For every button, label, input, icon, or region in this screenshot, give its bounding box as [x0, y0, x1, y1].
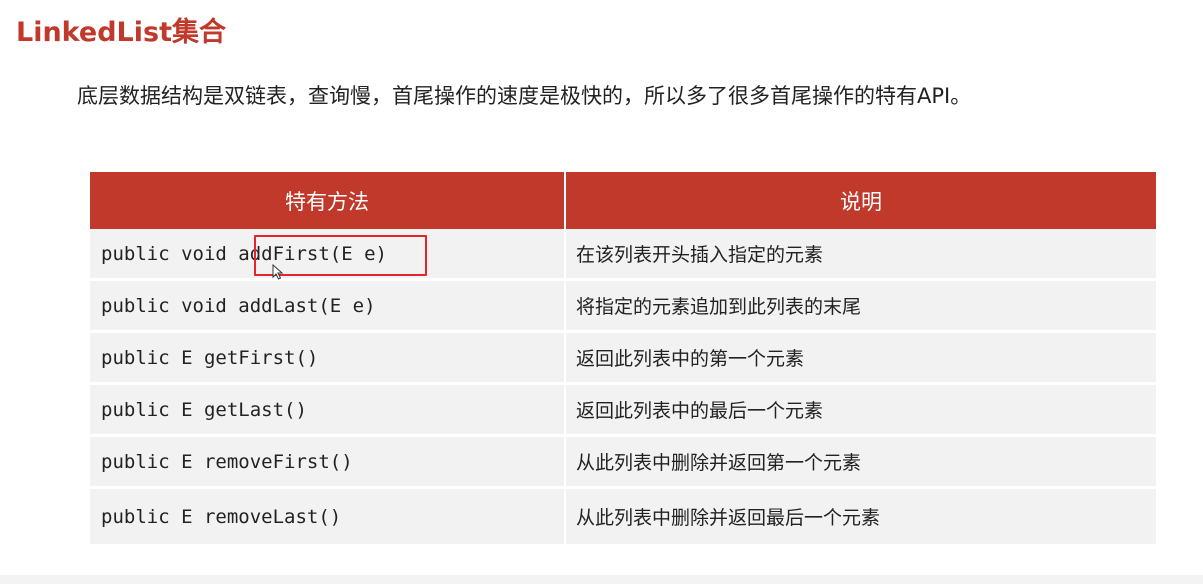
table-row: public E removeFirst() 从此列表中删除并返回第一个元素 — [90, 435, 1156, 489]
method-cell: public void addLast(E e) — [90, 279, 566, 333]
description-cell: 将指定的元素追加到此列表的末尾 — [565, 279, 1156, 333]
slide-title: LinkedList集合 — [16, 17, 226, 48]
table-row: public void addLast(E e) 将指定的元素追加到此列表的末尾 — [90, 279, 1156, 333]
bottom-strip — [0, 575, 1203, 584]
description-cell: 从此列表中删除并返回最后一个元素 — [565, 487, 1156, 544]
table-row: public E getFirst() 返回此列表中的第一个元素 — [90, 331, 1156, 385]
description-cell: 在该列表开头插入指定的元素 — [565, 229, 1156, 281]
method-cell: public E removeFirst() — [90, 435, 566, 489]
header-method: 特有方法 — [90, 172, 566, 229]
table-row: public E getLast() 返回此列表中的最后一个元素 — [90, 383, 1156, 437]
mouse-pointer-icon — [272, 264, 284, 280]
method-cell: public E removeLast() — [90, 487, 566, 544]
description-cell: 返回此列表中的最后一个元素 — [565, 383, 1156, 437]
method-cell: public E getLast() — [90, 383, 566, 437]
method-cell: public E getFirst() — [90, 331, 566, 385]
header-description: 说明 — [565, 172, 1156, 229]
slide-description: 底层数据结构是双链表，查询慢，首尾操作的速度是极快的，所以多了很多首尾操作的特有… — [77, 84, 972, 108]
table-row: public void addFirst(E e) 在该列表开头插入指定的元素 — [90, 229, 1156, 281]
api-methods-table: 特有方法 说明 public void addFirst(E e) 在该列表开头… — [90, 172, 1156, 544]
description-cell: 从此列表中删除并返回第一个元素 — [565, 435, 1156, 489]
table-header-row: 特有方法 说明 — [90, 172, 1156, 229]
description-cell: 返回此列表中的第一个元素 — [565, 331, 1156, 385]
table-row: public E removeLast() 从此列表中删除并返回最后一个元素 — [90, 487, 1156, 544]
